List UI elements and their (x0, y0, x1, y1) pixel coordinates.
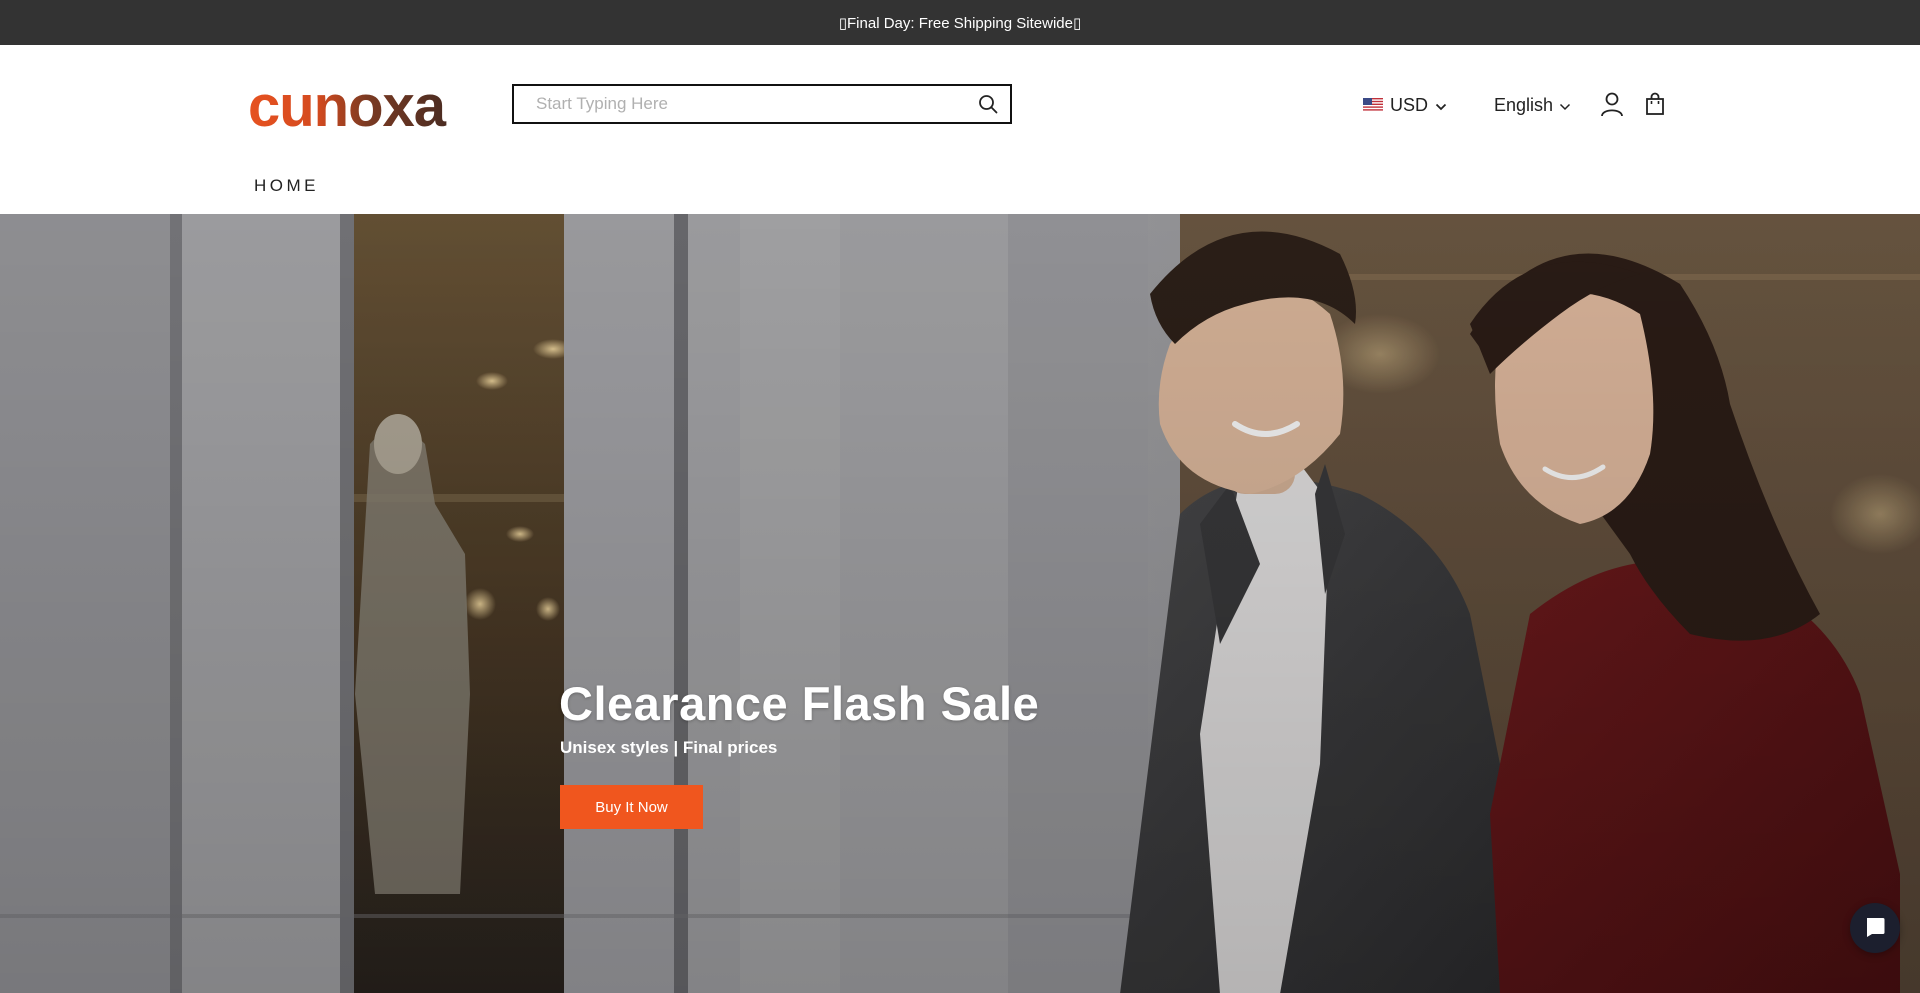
currency-selector[interactable]: USD (1363, 93, 1447, 117)
search-icon[interactable] (966, 86, 1010, 122)
chat-bubble-icon (1863, 914, 1887, 943)
us-flag-icon (1363, 95, 1383, 116)
search-box (512, 84, 1012, 124)
hero-image (0, 214, 1920, 993)
svg-text:cunoxa: cunoxa (248, 76, 447, 136)
announcement-text: ▯Final Day: Free Shipping Sitewide▯ (838, 14, 1082, 32)
logo-wordmark: cunoxa (248, 76, 448, 136)
chevron-down-icon (1559, 95, 1571, 116)
shopping-bag-icon[interactable] (1643, 90, 1667, 118)
search-input[interactable] (514, 86, 966, 122)
site-header: cunoxa USD Engl (0, 45, 1920, 214)
chat-button[interactable] (1850, 903, 1900, 953)
announcement-bar: ▯Final Day: Free Shipping Sitewide▯ (0, 0, 1920, 45)
hero-subtitle: Unisex styles | Final prices (560, 738, 778, 757)
hero-banner: Clearance Flash Sale Unisex styles | Fin… (0, 214, 1920, 993)
hero-title: Clearance Flash Sale (559, 677, 1040, 730)
language-label: English (1494, 94, 1554, 115)
nav-item-home[interactable]: HOME (254, 176, 319, 196)
chevron-down-icon (1435, 95, 1447, 116)
language-selector[interactable]: English (1494, 93, 1571, 117)
user-icon[interactable] (1599, 90, 1625, 118)
currency-label: USD (1390, 94, 1429, 115)
buy-it-now-button[interactable]: Buy It Now (560, 785, 703, 829)
site-logo[interactable]: cunoxa (248, 76, 488, 136)
